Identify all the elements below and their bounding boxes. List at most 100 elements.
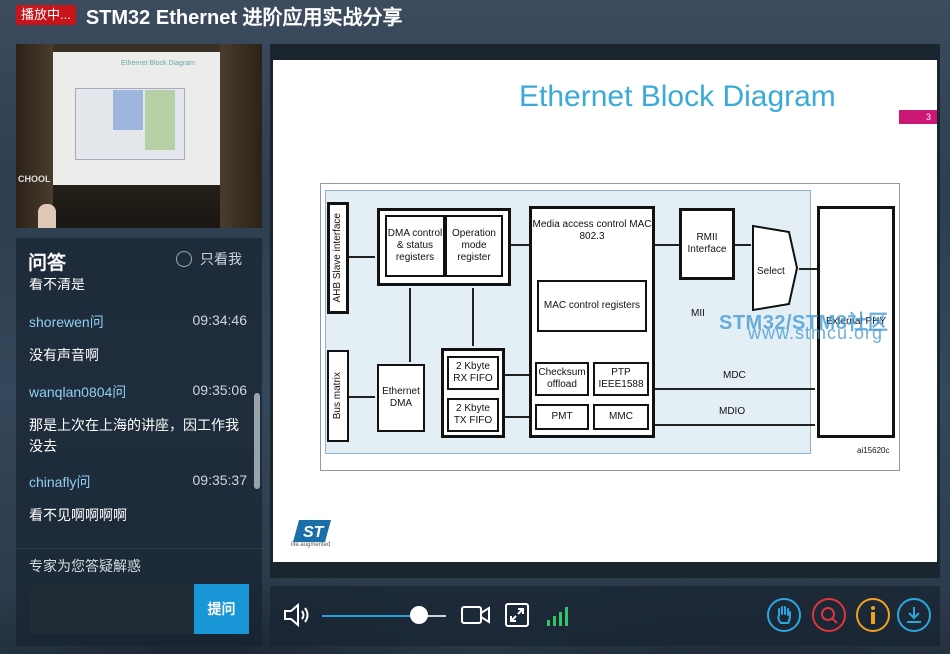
- camera-wall-sign: CHOOL: [18, 174, 51, 184]
- bus-matrix-block: Bus matrix: [327, 350, 349, 442]
- mac-registers-block: MAC control registers: [537, 280, 647, 332]
- speaker-icon[interactable]: [282, 602, 312, 628]
- rx-fifo-block: 2 Kbyte RX FIFO: [447, 356, 499, 390]
- slide-page-number: 3: [899, 110, 937, 124]
- mdc-line: [655, 388, 815, 390]
- rmii-block: RMII Interface: [679, 208, 735, 280]
- qa-scrollbar[interactable]: [254, 278, 260, 548]
- speaker-camera-view[interactable]: Ethernet Block Diagram CHOOL: [16, 44, 262, 228]
- bus-link-line: [349, 396, 375, 398]
- question-input[interactable]: [30, 584, 194, 634]
- qa-title: 问答: [28, 253, 67, 274]
- rx-link-line: [505, 374, 529, 376]
- camera-wall-left: [16, 44, 53, 228]
- tx-fifo-block: 2 Kbyte TX FIFO: [447, 398, 499, 432]
- fullscreen-exit-icon[interactable]: [504, 602, 530, 628]
- presentation-slide: Ethernet Block Diagram 3 AHB Slave inter…: [273, 60, 937, 562]
- mdio-label: MDIO: [719, 406, 746, 417]
- qa-message: 看不见啊啊啊啊: [29, 507, 127, 523]
- qa-message-list[interactable]: 看不清是 shorewen问 09:34:46 没有声音啊 wanqlan080…: [16, 278, 262, 548]
- hand-icon[interactable]: [767, 598, 801, 632]
- speaker-figure: [38, 204, 56, 228]
- qa-scroll-thumb[interactable]: [254, 393, 260, 489]
- list-item: shorewen问 09:34:46 没有声音啊: [29, 312, 247, 366]
- mac-registers-label: MAC control registers: [543, 300, 641, 311]
- qa-user[interactable]: chinafly问: [29, 474, 90, 490]
- player-controls: [270, 586, 940, 646]
- rx-fifo-label: 2 Kbyte RX FIFO: [453, 361, 493, 384]
- list-item: chinafly问 09:35:37 看不见啊啊啊啊: [29, 472, 247, 526]
- only-mine-checkbox[interactable]: [176, 251, 192, 267]
- qa-time: 09:35:06: [192, 382, 248, 398]
- st-logo-tagline: life.augmented: [291, 542, 331, 548]
- select-phy-line: [799, 268, 817, 270]
- ptp-label: PTP IEEE1588: [598, 367, 644, 390]
- tx-fifo-label: 2 Kbyte TX FIFO: [453, 403, 493, 426]
- qa-user[interactable]: shorewen问: [29, 314, 104, 330]
- fifo-link-line: [472, 288, 474, 346]
- only-mine-label: 只看我: [200, 251, 242, 267]
- signal-icon: [547, 607, 568, 626]
- volume-slider-fill: [322, 615, 419, 617]
- camera-screen-block: [145, 90, 175, 150]
- bus-matrix-label: Bus matrix: [332, 372, 343, 420]
- qa-message: 那是上次在上海的讲座，因工作我没去: [29, 417, 239, 454]
- tx-link-line: [505, 416, 529, 418]
- dma-link-line: [409, 288, 411, 362]
- camera-screen-block: [113, 90, 143, 130]
- rmii-label: RMII Interface: [687, 232, 727, 255]
- question-icon[interactable]: [812, 598, 846, 632]
- raise-hand-glyph: [777, 606, 791, 624]
- info-icon[interactable]: [856, 598, 890, 632]
- mmc-block: MMC: [593, 404, 649, 430]
- title-bar: 播放中... STM32 Ethernet 进阶应用实战分享: [0, 0, 950, 30]
- qa-header: 问答 只看我: [16, 238, 262, 278]
- ethernet-dma-block: Ethernet DMA: [377, 364, 425, 432]
- list-item: wanqlan0804问 09:35:06 那是上次在上海的讲座，因工作我没去: [29, 382, 247, 457]
- mdc-label: MDC: [723, 370, 746, 381]
- dma-control-block: DMA control & status registers: [385, 215, 445, 277]
- ahb-slave-block: AHB Slave interface: [327, 202, 349, 314]
- select-label: Select: [757, 266, 785, 277]
- mii-label: MII: [691, 308, 705, 319]
- qa-user[interactable]: wanqlan0804问: [29, 384, 126, 400]
- info-glyph: [871, 606, 875, 624]
- camera-icon[interactable]: [460, 604, 492, 626]
- qa-time: 09:35:37: [192, 472, 248, 488]
- checksum-block: Checksum offload: [535, 362, 589, 396]
- live-status-badge: 播放中...: [16, 5, 76, 25]
- mac-rmii-line: [655, 244, 679, 246]
- qa-time: 09:34:46: [192, 312, 248, 328]
- qa-hint: 专家为您答疑解惑: [29, 558, 141, 574]
- dma-control-label: DMA control & status registers: [387, 228, 443, 263]
- download-glyph: [907, 607, 921, 623]
- operation-mode-label: Operation mode register: [452, 228, 496, 263]
- reg-link-line: [511, 244, 529, 246]
- download-icon[interactable]: [897, 598, 931, 632]
- operation-mode-block: Operation mode register: [445, 215, 503, 277]
- qa-message: 没有声音啊: [29, 347, 99, 363]
- camera-projector-screen: Ethernet Block Diagram: [53, 52, 220, 185]
- ask-question-button[interactable]: 提问: [194, 584, 249, 634]
- slide-title: Ethernet Block Diagram: [519, 80, 836, 113]
- only-mine-toggle[interactable]: 只看我: [176, 249, 242, 269]
- pmt-label: PMT: [551, 411, 573, 422]
- volume-slider-knob[interactable]: [409, 606, 428, 624]
- camera-screen-title: Ethernet Block Diagram: [121, 60, 195, 67]
- mmc-label: MMC: [609, 411, 633, 422]
- pmt-block: PMT: [535, 404, 589, 430]
- page-title: STM32 Ethernet 进阶应用实战分享: [85, 6, 403, 29]
- divider: [16, 548, 262, 549]
- question-glyph: [821, 607, 838, 624]
- ptp-block: PTP IEEE1588: [593, 362, 649, 396]
- ethernet-dma-label: Ethernet DMA: [382, 386, 420, 409]
- ahb-slave-label: AHB Slave interface: [332, 213, 343, 303]
- svg-text:ST: ST: [303, 524, 325, 541]
- camera-wall-right: [220, 44, 262, 228]
- diagram-reference: ai15620c: [857, 446, 890, 455]
- qa-cut-message: 看不清是: [29, 278, 85, 292]
- rmii-select-line: [735, 244, 751, 246]
- checksum-label: Checksum offload: [538, 367, 586, 390]
- mac-label: Media access control MAC 802.3: [532, 219, 652, 242]
- ahb-link-line: [349, 256, 375, 258]
